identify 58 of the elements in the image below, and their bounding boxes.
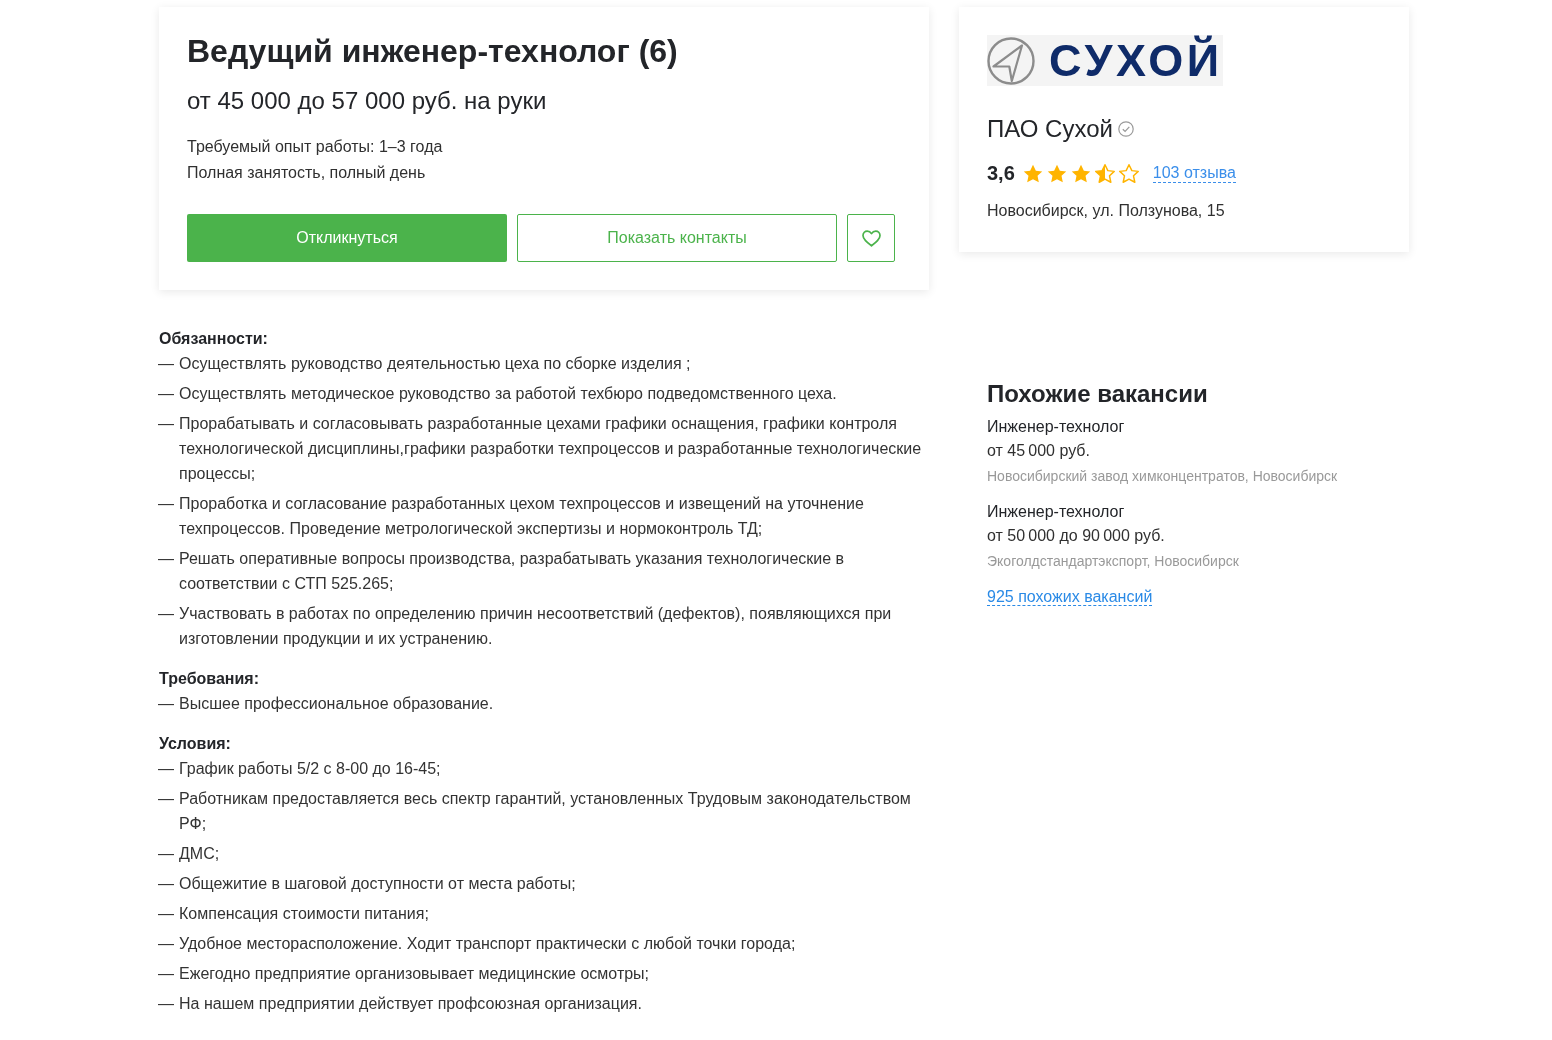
list-marker: — [158,494,175,514]
list-item-text: Общежитие в шаговой доступности от места работы; [179,874,577,894]
salary-text: от 45 000 до 57 000 руб. на руки [187,86,548,116]
show-contacts-button[interactable]: Показать контакты [517,214,837,262]
list-marker: — [158,354,175,374]
vacancy-title: Ведущий инженер-технолог (6) [187,32,679,71]
rating-value: 3,6 [987,161,1015,186]
list-marker: — [158,604,175,624]
list-item-text: Осуществлять методическое руководство за работой техбюро подведомственного цеха. [179,384,838,404]
list-item-text: На нашем предприятии действует профсоюзная организация. [179,994,643,1014]
list-item-text: Проработка и согласование разработанных цехом техпроцессов и извещений на уточнение техпроцессов. Проведение метрологической экспертизы и нормоконтроль ТД; [179,494,865,539]
list-item-text: Решать оперативные вопросы производства, разрабатывать указания технологические в соответствии с СТП 525.265; [179,549,846,594]
section-heading: Обязанности: [158,329,269,349]
respond-button[interactable]: Откликнуться [187,214,507,262]
list-item-text: Ежегодно предприятие организовывает медицинские осмотры; [179,964,651,984]
list-item-text: Высшее профессиональное образование. [179,694,495,714]
similar-vacancy-employer: Экоголдстандартэкспорт, Новосибирск [987,552,1239,571]
list-item-text: Осуществлять руководство деятельностью цеха по сборке изделия ; [179,354,692,374]
similar-vacancy-link[interactable]: Инженер-технолог [987,500,1125,524]
list-item-text: Участвовать в работах по определению причин несоответствий (дефектов), появляющихся при изготовлении продукции и их устранению. [179,604,893,649]
similar-vacancy-employer: Новосибирский завод химконцентратов, Новосибирск [987,467,1338,486]
company-address: Новосибирск, ул. Ползунова, 15 [987,201,1226,221]
list-marker: — [158,384,175,404]
similar-vacancy-salary: от 45 000 руб. [987,441,1090,461]
section-heading: Условия: [158,734,232,754]
list-marker: — [158,964,175,984]
list-marker: — [158,994,175,1014]
list-marker: — [158,694,175,714]
list-marker: — [158,549,175,569]
list-item-text: Компенсация стоимости питания; [179,904,430,924]
logo-text: СУХОЙ [1049,35,1223,86]
star-icon [1046,163,1067,183]
list-marker: — [158,789,175,809]
list-marker: — [158,759,175,779]
list-item-text: Прорабатывать и согласовывать разработанные цехами графики оснащения, графики контроля технологической дисциплины,графики разработки техпроцессов и разработанные технологические процессы; [179,414,923,484]
star-icon [1022,163,1043,183]
star-icon [1070,163,1091,183]
similar-vacancy-link[interactable]: Инженер-технолог [987,415,1125,439]
section-heading: Требования: [158,669,260,689]
list-marker: — [158,874,175,894]
list-marker: — [158,844,175,864]
list-item-text: График работы 5/2 с 8-00 до 16-45; [179,759,442,779]
star-outline-icon [1118,163,1139,183]
job-detail-text: Полная занятость, полный день [187,163,427,183]
list-item-text: ДМС; [179,844,221,864]
list-marker: — [158,414,175,434]
similar-vacancy-salary: от 50 000 до 90 000 руб. [987,526,1165,546]
list-marker: — [158,904,175,924]
favorite-button[interactable] [847,214,895,262]
section-title: Похожие вакансии [987,379,1209,409]
half-star-icon [1094,163,1115,183]
company-name[interactable]: ПАО Сухой [987,113,1113,145]
list-item-text: Удобное месторасположение. Ходит транспорт практически с любой точки города; [179,934,797,954]
more-vacancies-link[interactable]: 925 похожих вакансий [987,588,1153,606]
list-item-text: Работникам предоставляется весь спектр гарантий, установленных Трудовым законодательством РФ; [179,789,912,834]
reviews-link[interactable]: 103 отзыва [1152,163,1236,183]
list-marker: — [158,934,175,954]
job-detail-text: Требуемый опыт работы: 1–3 года [187,137,444,157]
